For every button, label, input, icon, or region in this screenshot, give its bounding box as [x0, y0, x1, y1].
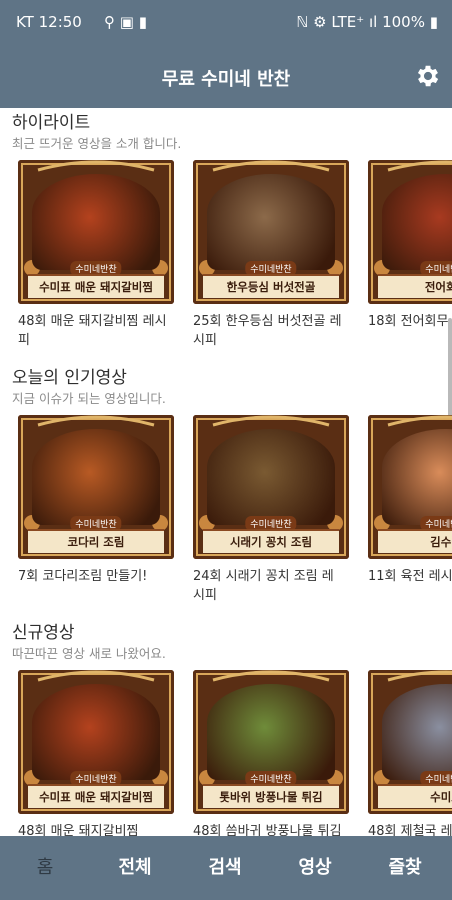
battery-level: 100%	[382, 13, 425, 31]
section-title: 신규영상	[12, 623, 75, 643]
app-title: 무료 수미네 반찬	[161, 69, 291, 90]
video-thumbnail[interactable]: 수미네반찬김수미	[368, 415, 452, 559]
video-card[interactable]: 수미네반찬 한우등심 버섯전골 25회 한우등심 버섯전골 레시피	[193, 160, 349, 350]
video-title[interactable]: 48회 매운 돼지갈비찜 레시피	[18, 312, 168, 350]
status-bar: KT 12:50 ⚲ ▣ ▮ ℕ ⚙ LTE⁺ ıl 100% ▮	[0, 0, 452, 46]
dish-image	[32, 429, 160, 525]
thumbnail-caption: 전어회무	[378, 274, 452, 298]
section-title: 오늘의 인기영상	[12, 368, 127, 388]
dish-image	[207, 684, 335, 780]
video-title[interactable]: 48회 제철국 레	[368, 822, 452, 836]
card-row[interactable]: 수미네반찬 수미표 매운 돼지갈비찜 48회 매운 돼지갈비찜 수미네반찬 톳바위 방풍…	[18, 670, 452, 836]
video-title[interactable]: 48회 씀바귀 방풍나물 튀김	[193, 822, 343, 836]
dish-image	[207, 174, 335, 270]
thumbnail-caption: 코다리 조림	[28, 529, 164, 553]
dish-image	[32, 174, 160, 270]
section-0: 하이라이트최근 뜨거운 영상을 소개 합니다. 수미네반찬 수미표 매운 돼지갈비찜…	[0, 108, 452, 358]
nav-tab-search[interactable]: 검색	[180, 836, 270, 900]
video-title[interactable]: 25회 한우등심 버섯전골 레시피	[193, 312, 343, 350]
bottom-nav: 홈 전체 검색 영상 즐찾	[0, 836, 452, 900]
thumbnail-caption: 톳바위 방풍나물 튀김	[203, 784, 339, 808]
video-card[interactable]: 수미네반찬김수미 11회 육전 레시	[368, 415, 452, 586]
dish-image	[32, 684, 160, 780]
video-thumbnail[interactable]: 수미네반찬전어회무	[368, 160, 452, 304]
video-card[interactable]: 수미네반찬 톳바위 방풍나물 튀김 48회 씀바귀 방풍나물 튀김	[193, 670, 349, 836]
nav-tab-all[interactable]: 전체	[90, 836, 180, 900]
card-row[interactable]: 수미네반찬 수미표 매운 돼지갈비찜 48회 매운 돼지갈비찜 레시피 수미네반찬 한우…	[18, 160, 452, 348]
video-card[interactable]: 수미네반찬 수미표 매운 돼지갈비찜 48회 매운 돼지갈비찜	[18, 670, 174, 836]
thumbnail-caption: 시래기 꽁치 조림	[203, 529, 339, 553]
video-title[interactable]: 24회 시래기 꽁치 조림 레시피	[193, 567, 343, 605]
nav-tab-favorites[interactable]: 즐찾	[360, 836, 450, 900]
nav-tab-home[interactable]: 홈	[0, 836, 90, 900]
video-title[interactable]: 7회 코다리조림 만들기!	[18, 567, 168, 586]
video-card[interactable]: 수미네반찬 시래기 꽁치 조림 24회 시래기 꽁치 조림 레시피	[193, 415, 349, 605]
content-scroll[interactable]: 하이라이트최근 뜨거운 영상을 소개 합니다. 수미네반찬 수미표 매운 돼지갈비찜…	[0, 108, 452, 836]
nav-tab-video[interactable]: 영상	[270, 836, 360, 900]
video-thumbnail[interactable]: 수미네반찬 수미표 매운 돼지갈비찜	[18, 670, 174, 814]
status-indicators: ⚲ ▣ ▮	[104, 13, 147, 31]
video-title[interactable]: 48회 매운 돼지갈비찜	[18, 822, 168, 836]
battery-icon: ▮	[429, 13, 438, 31]
dish-image	[207, 429, 335, 525]
network-status: ℕ ⚙ LTE⁺ ıl	[296, 13, 378, 31]
video-thumbnail[interactable]: 수미네반찬 수미표 매운 돼지갈비찜	[18, 160, 174, 304]
thumbnail-caption: 수미표	[378, 784, 452, 808]
status-time: KT 12:50	[16, 13, 82, 31]
thumbnail-caption: 한우등심 버섯전골	[203, 274, 339, 298]
section-1: 오늘의 인기영상지금 이슈가 되는 영상입니다. 수미네반찬 코다리 조림 7회 코다…	[0, 363, 452, 613]
video-card[interactable]: 수미네반찬전어회무 18회 전어회무	[368, 160, 452, 331]
thumbnail-caption: 수미표 매운 돼지갈비찜	[28, 784, 164, 808]
video-title[interactable]: 11회 육전 레시	[368, 567, 452, 586]
thumbnail-caption: 김수미	[378, 529, 452, 553]
video-title[interactable]: 18회 전어회무	[368, 312, 452, 331]
section-subtitle: 최근 뜨거운 영상을 소개 합니다.	[12, 136, 182, 151]
gear-icon[interactable]	[414, 62, 442, 90]
card-row[interactable]: 수미네반찬 코다리 조림 7회 코다리조림 만들기! 수미네반찬 시래기 꽁치 조림 24…	[18, 415, 452, 603]
video-thumbnail[interactable]: 수미네반찬수미표	[368, 670, 452, 814]
video-card[interactable]: 수미네반찬 코다리 조림 7회 코다리조림 만들기!	[18, 415, 174, 586]
section-title: 하이라이트	[12, 113, 91, 133]
section-subtitle: 지금 이슈가 되는 영상입니다.	[12, 391, 166, 406]
app-bar: 무료 수미네 반찬	[0, 46, 452, 108]
video-thumbnail[interactable]: 수미네반찬 시래기 꽁치 조림	[193, 415, 349, 559]
section-subtitle: 따끈따끈 영상 새로 나왔어요.	[12, 646, 166, 661]
thumbnail-caption: 수미표 매운 돼지갈비찜	[28, 274, 164, 298]
status-right: ℕ ⚙ LTE⁺ ıl 100% ▮	[296, 13, 438, 31]
video-thumbnail[interactable]: 수미네반찬 코다리 조림	[18, 415, 174, 559]
section-2: 신규영상따끈따끈 영상 새로 나왔어요. 수미네반찬 수미표 매운 돼지갈비찜 48회…	[0, 618, 452, 836]
video-card[interactable]: 수미네반찬수미표 48회 제철국 레	[368, 670, 452, 836]
video-thumbnail[interactable]: 수미네반찬 한우등심 버섯전골	[193, 160, 349, 304]
video-thumbnail[interactable]: 수미네반찬 톳바위 방풍나물 튀김	[193, 670, 349, 814]
video-card[interactable]: 수미네반찬 수미표 매운 돼지갈비찜 48회 매운 돼지갈비찜 레시피	[18, 160, 174, 350]
